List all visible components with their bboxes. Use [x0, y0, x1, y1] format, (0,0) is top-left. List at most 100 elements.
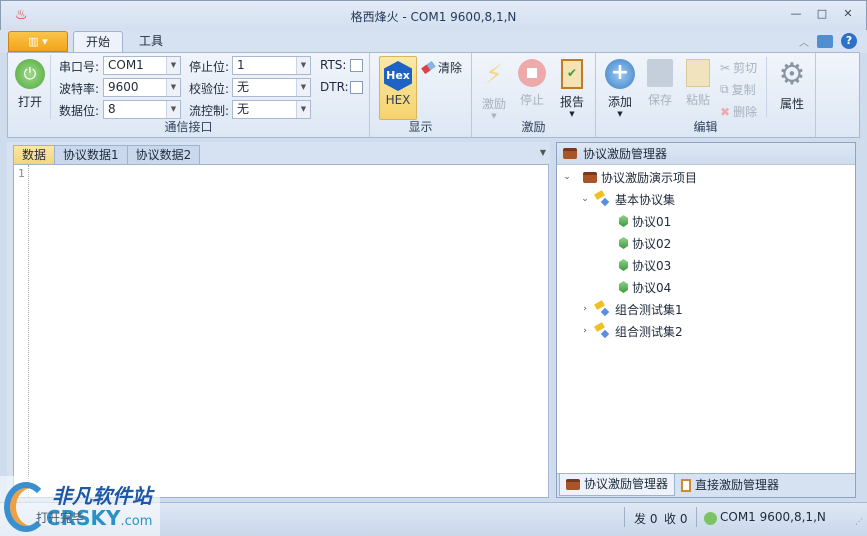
port-label: 串口号:: [59, 60, 100, 74]
status-message: 打开完毕: [36, 511, 85, 525]
rts-label: RTS:: [320, 58, 347, 72]
scissors-icon: ✂: [720, 60, 731, 75]
connection-status-icon: [704, 512, 717, 525]
comm-group-label: 通信接口: [164, 120, 213, 134]
edit-group: + 添加 ▼ 保存 粘贴 ✂ 剪切 ⧉ 复制 ✖ 删除 ⚙ 属性 编辑: [596, 53, 816, 137]
minimize-button[interactable]: —: [786, 7, 806, 23]
rts-checkbox[interactable]: [350, 59, 363, 72]
close-button[interactable]: ✕: [838, 7, 858, 23]
watermark-logo: 非凡软件站 CRSKY.com: [0, 476, 160, 536]
sent-count: 发 0: [634, 512, 658, 526]
flow-select[interactable]: 无 ▼: [232, 100, 311, 119]
comm-group: ⏻ 打开 串口号: COM1 ▼ 波特率: 9600 ▼ 数据位: 8 ▼ 停止位: …: [8, 53, 370, 137]
paste-button[interactable]: 粘贴: [680, 59, 716, 108]
data-editor[interactable]: 1: [13, 164, 549, 498]
help-icon[interactable]: ?: [841, 33, 857, 49]
panel-header: 协议激励管理器: [557, 143, 855, 165]
floppy-save-icon: [647, 59, 673, 87]
copy-icon: ⧉: [720, 82, 729, 96]
tabs-dropdown-icon[interactable]: ▼: [540, 148, 546, 157]
chevron-down-icon: ▼: [166, 79, 180, 96]
tab-direct-stimulus-manager[interactable]: 直接激励管理器: [675, 474, 785, 496]
hex-button[interactable]: Hex HEX: [379, 56, 417, 120]
stimulate-button[interactable]: ⚡ 激励 ▼: [476, 59, 512, 120]
maximize-button[interactable]: □: [812, 7, 832, 23]
collapse-ribbon-icon[interactable]: ︿: [799, 34, 809, 49]
tab-tools[interactable]: 工具: [127, 31, 175, 53]
expand-chevron-icon: ›: [583, 326, 587, 336]
resize-grip-icon[interactable]: ⋰: [855, 517, 863, 526]
open-button[interactable]: ⏻ 打开: [12, 59, 48, 110]
protocol-set-icon: [594, 300, 611, 317]
open-label: 打开: [17, 95, 42, 109]
clipboard-icon: [681, 478, 692, 492]
tab-start[interactable]: 开始: [73, 31, 124, 53]
properties-button[interactable]: ⚙ 属性: [774, 59, 810, 112]
paste-icon: [686, 59, 710, 87]
flow-label: 流控制:: [189, 104, 230, 118]
chevron-down-icon: ▼: [296, 79, 310, 96]
tab-data[interactable]: 数据: [13, 145, 56, 165]
tab-protocol-data-1[interactable]: 协议数据1: [54, 145, 128, 165]
stopbits-select[interactable]: 1 ▼: [232, 56, 311, 75]
display-group: Hex HEX 清除 显示: [370, 53, 472, 137]
parity-label: 校验位:: [189, 82, 230, 96]
protocol-set-icon: [594, 322, 611, 339]
tree-node-set[interactable]: › 组合测试集2: [579, 320, 683, 342]
chevron-down-icon: ▼: [296, 101, 310, 118]
chevron-down-icon: ▼: [166, 57, 180, 74]
briefcase-icon: [583, 171, 597, 183]
save-button[interactable]: 保存: [642, 59, 678, 108]
clear-button[interactable]: 清除: [421, 59, 462, 76]
menu-icon: ▥ ▾: [28, 35, 48, 48]
tree-node-protocol[interactable]: 协议03: [619, 254, 671, 276]
title-bar: ♨ 格西烽火 - COM1 9600,8,1,N — □ ✕: [0, 0, 867, 30]
report-button[interactable]: ✔ 报告 ▼: [554, 59, 590, 118]
power-icon: ⏻: [15, 59, 45, 89]
edit-group-label: 编辑: [693, 120, 718, 134]
received-count: 收 0: [664, 512, 688, 526]
gear-icon: ⚙: [778, 57, 806, 92]
baud-select[interactable]: 9600 ▼: [103, 78, 181, 97]
stop-button[interactable]: 停止: [514, 59, 550, 108]
protocol-gem-icon: [619, 237, 628, 249]
expand-chevron-icon: ⌄: [581, 194, 589, 204]
port-select[interactable]: COM1 ▼: [103, 56, 181, 75]
editor-area: 数据 协议数据1 协议数据2 ▼ 1: [7, 142, 550, 498]
hex-label: HEX: [385, 93, 411, 107]
tree-node-root[interactable]: ⌄ 协议激励演示项目: [561, 166, 697, 188]
briefcase-icon: [566, 479, 580, 490]
connection-info: COM1 9600,8,1,N: [720, 510, 826, 524]
protocol-gem-icon: [619, 281, 628, 293]
hex-icon: Hex: [384, 61, 412, 91]
copy-button[interactable]: ⧉ 复制: [720, 81, 756, 98]
dtr-label: DTR:: [320, 80, 349, 94]
tree-node-protocol[interactable]: 协议02: [619, 232, 671, 254]
databits-select[interactable]: 8 ▼: [103, 100, 181, 119]
app-menu-button[interactable]: ▥ ▾: [8, 31, 68, 52]
ribbon-tab-row: ▥ ▾ 开始 工具 ︿ ?: [0, 30, 867, 53]
databits-label: 数据位:: [59, 104, 100, 118]
delete-x-icon: ✖: [720, 104, 731, 119]
add-button[interactable]: + 添加 ▼: [602, 59, 638, 118]
protocol-stimulus-panel: 协议激励管理器 ⌄ 协议激励演示项目 ⌄ 基本协议集 协议01 协议02 协议03 …: [556, 142, 856, 498]
tree-node-set[interactable]: ⌄ 基本协议集: [579, 188, 675, 210]
parity-select[interactable]: 无 ▼: [232, 78, 311, 97]
chat-icon[interactable]: [817, 34, 833, 48]
stopbits-label: 停止位:: [189, 60, 230, 74]
tree-node-protocol[interactable]: 协议04: [619, 276, 671, 298]
tree-node-protocol[interactable]: 协议01: [619, 210, 671, 232]
plus-circle-icon: +: [605, 59, 635, 89]
protocol-set-icon: [594, 190, 611, 207]
tab-protocol-stimulus-manager[interactable]: 协议激励管理器: [559, 474, 676, 496]
line-number-gutter: 1: [14, 165, 29, 497]
chevron-down-icon: ▼: [166, 101, 180, 118]
display-group-label: 显示: [408, 120, 433, 134]
briefcase-icon: [563, 148, 577, 159]
protocol-gem-icon: [619, 215, 628, 227]
dtr-checkbox[interactable]: [350, 81, 363, 94]
protocol-gem-icon: [619, 259, 628, 271]
tree-node-set[interactable]: › 组合测试集1: [579, 298, 683, 320]
cut-button[interactable]: ✂ 剪切: [720, 59, 757, 76]
tab-protocol-data-2[interactable]: 协议数据2: [126, 145, 201, 165]
